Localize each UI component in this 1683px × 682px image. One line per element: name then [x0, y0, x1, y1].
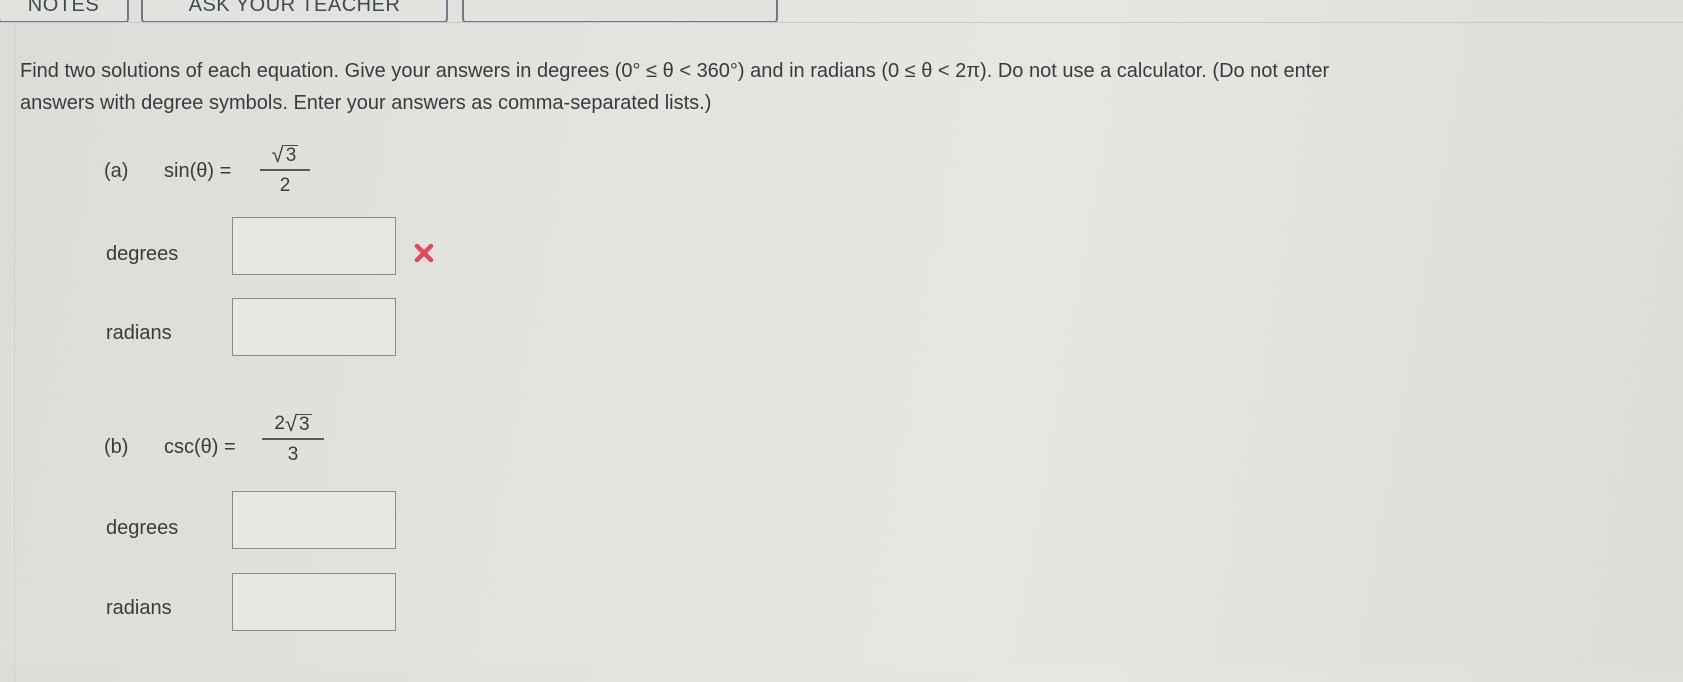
- instructions-line-2: answers with degree symbols. Enter your …: [20, 92, 712, 114]
- question-instructions: Find two solutions of each equation. Giv…: [20, 55, 1683, 119]
- part-a-denominator: 2: [279, 174, 291, 196]
- part-a-label: (a): [104, 160, 129, 182]
- extra-tab[interactable]: [462, 0, 778, 23]
- part-b-sqrt: √ 3: [285, 413, 312, 435]
- part-b-radians-input[interactable]: [232, 573, 396, 631]
- part-a-lhs: sin(θ) =: [164, 160, 232, 182]
- radical-icon: √: [284, 411, 298, 436]
- ask-teacher-tab[interactable]: ASK YOUR TEACHER: [141, 0, 448, 23]
- part-b-numerator-coef: 2: [274, 413, 285, 434]
- part-b-radians-label: radians: [106, 597, 172, 619]
- part-a-sqrt: √ 3: [272, 144, 299, 166]
- top-divider: [0, 22, 1683, 23]
- left-divider: [14, 22, 15, 682]
- notes-tab-label: NOTES: [27, 0, 100, 16]
- part-b-numerator: 2 √ 3: [270, 413, 315, 435]
- notes-tab[interactable]: NOTES: [0, 0, 129, 23]
- part-a-radians-label: radians: [106, 322, 172, 344]
- part-b-fraction: 2 √ 3 3: [262, 413, 324, 466]
- part-a-numerator: √ 3: [268, 144, 303, 166]
- part-b-label: (b): [104, 436, 129, 458]
- radical-icon: √: [271, 142, 284, 167]
- part-b-lhs: csc(θ) =: [164, 436, 236, 458]
- part-a-fraction: √ 3 2: [260, 144, 310, 197]
- part-b-degrees-label: degrees: [106, 517, 179, 539]
- part-b-radicand: 3: [297, 414, 312, 435]
- instructions-line-1: Find two solutions of each equation. Giv…: [20, 60, 1330, 82]
- part-a-radicand: 3: [283, 145, 299, 166]
- part-b-degrees-input[interactable]: [232, 491, 396, 549]
- part-b-fraction-bar: [262, 438, 324, 440]
- part-a-degrees-input[interactable]: [232, 217, 396, 275]
- part-a-degrees-label: degrees: [106, 243, 179, 265]
- part-b-denominator: 3: [287, 443, 299, 465]
- part-a-radians-input[interactable]: [232, 298, 396, 356]
- part-a-fraction-bar: [260, 169, 310, 171]
- x-mark-icon: [414, 243, 434, 263]
- ask-teacher-tab-label: ASK YOUR TEACHER: [188, 0, 401, 16]
